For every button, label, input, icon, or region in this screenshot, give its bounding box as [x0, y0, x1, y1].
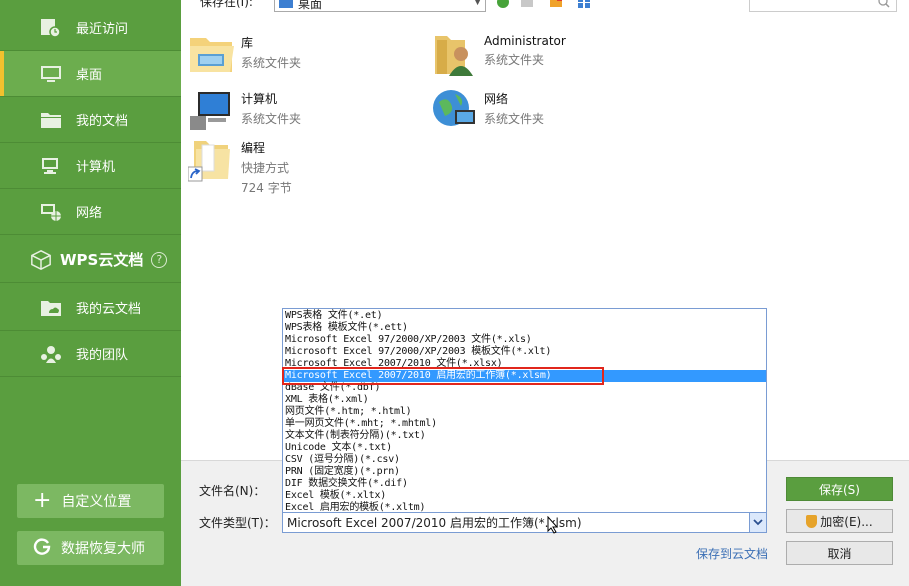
data-recovery-button[interactable]: 数据恢复大师 — [17, 531, 164, 565]
file-item-administrator[interactable]: Administrator 系统文件夹 — [431, 30, 566, 78]
wps-cloud-header: WPS云文档 ? — [0, 237, 181, 283]
search-icon — [878, 0, 890, 11]
file-type: 系统文件夹 — [241, 112, 302, 126]
encrypt-button[interactable]: 加密(E)... — [786, 509, 893, 533]
recovery-g-icon — [33, 537, 51, 559]
computer-icon — [40, 156, 62, 176]
dropdown-option[interactable]: 文本文件(制表符分隔)(*.txt) — [283, 430, 766, 442]
shortcut-folder-icon — [187, 135, 236, 183]
dropdown-option[interactable]: DIF 数据交换文件(*.dif) — [283, 478, 766, 490]
encrypt-button-label: 加密(E)... — [820, 514, 873, 529]
save-button-label: 保存(S) — [819, 482, 860, 497]
team-icon — [40, 344, 62, 364]
sidebar-item-my-cloud-docs[interactable]: 我的云文档 — [0, 285, 181, 331]
file-name: 网络 — [484, 92, 509, 106]
sidebar-item-label: 我的云文档 — [76, 302, 142, 317]
sidebar-item-computer[interactable]: 计算机 — [0, 143, 181, 189]
sidebar-item-recent[interactable]: 最近访问 — [0, 5, 181, 51]
sidebar-item-documents[interactable]: 我的文档 — [0, 97, 181, 143]
dropdown-option[interactable]: 单一网页文件(*.mht; *.mhtml) — [283, 418, 766, 430]
custom-location-label: 自定义位置 — [61, 494, 132, 510]
sidebar: 最近访问 桌面 我的文档 计算机 网络 WPS云文档 ? 我的云文档 我的团队 … — [0, 0, 181, 586]
filetype-label: 文件类型(T)： — [199, 516, 276, 530]
cloud-cube-icon — [30, 249, 52, 270]
help-icon[interactable]: ? — [151, 251, 168, 268]
dropdown-option-selected[interactable]: Microsoft Excel 2007/2010 启用宏的工作簿(*.xlsm… — [283, 370, 766, 382]
chevron-down-icon: ▼ — [474, 0, 481, 7]
save-in-value: 桌面 — [298, 0, 323, 11]
desktop-icon — [40, 64, 62, 84]
file-name: 计算机 — [241, 92, 278, 106]
file-type: 系统文件夹 — [484, 53, 545, 67]
data-recovery-label: 数据恢复大师 — [61, 541, 145, 557]
mouse-cursor-icon — [547, 515, 559, 537]
filetype-dropdown-list: WPS表格 文件(*.et) WPS表格 模板文件(*.ett) Microso… — [282, 308, 767, 513]
documents-folder-icon — [40, 110, 62, 130]
new-folder-icon[interactable] — [549, 0, 563, 8]
dropdown-option[interactable]: Microsoft Excel 97/2000/XP/2003 文件(*.xls… — [283, 334, 766, 346]
dropdown-option[interactable]: Microsoft Excel 97/2000/XP/2003 模板文件(*.x… — [283, 346, 766, 358]
sidebar-item-desktop[interactable]: 桌面 — [0, 51, 181, 97]
sidebar-item-network[interactable]: 网络 — [0, 189, 181, 235]
cancel-button[interactable]: 取消 — [786, 541, 893, 565]
network-icon — [40, 202, 62, 222]
dropdown-option[interactable]: CSV (逗号分隔)(*.csv) — [283, 454, 766, 466]
view-menu-icon[interactable] — [577, 0, 591, 8]
dropdown-option[interactable]: XML 表格(*.xml) — [283, 394, 766, 406]
custom-location-button[interactable]: + 自定义位置 — [17, 484, 164, 518]
up-folder-icon[interactable] — [520, 0, 534, 8]
save-to-cloud-link[interactable]: 保存到云文档 — [696, 545, 768, 562]
desktop-icon — [279, 0, 293, 8]
filetype-select[interactable]: Microsoft Excel 2007/2010 启用宏的工作簿(*.xlsm… — [282, 512, 767, 533]
sidebar-item-label: 我的文档 — [76, 114, 129, 129]
sidebar-item-my-team[interactable]: 我的团队 — [0, 331, 181, 377]
save-in-combo[interactable]: 桌面 ▼ — [274, 0, 486, 12]
sidebar-item-label: 桌面 — [76, 68, 103, 83]
filename-label: 文件名(N)： — [199, 484, 266, 498]
dropdown-option[interactable]: 网页文件(*.htm; *.html) — [283, 406, 766, 418]
library-folder-icon — [188, 30, 236, 78]
chevron-down-icon[interactable] — [749, 513, 766, 532]
dropdown-option[interactable]: Unicode 文本(*.txt) — [283, 442, 766, 454]
dropdown-option[interactable]: WPS表格 文件(*.et) — [283, 310, 766, 322]
plus-icon: + — [33, 488, 52, 513]
save-in-label: 保存在(I): — [200, 0, 253, 9]
wps-cloud-title: WPS云文档 — [60, 251, 144, 269]
dropdown-option[interactable]: dBase 文件(*.dbf) — [283, 382, 766, 394]
shield-icon — [806, 514, 818, 528]
dropdown-option[interactable]: WPS表格 模板文件(*.ett) — [283, 322, 766, 334]
file-item-shortcut[interactable]: 编程 快捷方式 724 字节 — [187, 135, 292, 196]
dropdown-option[interactable]: Excel 模板(*.xltx) — [283, 490, 766, 502]
cancel-button-label: 取消 — [827, 546, 852, 561]
file-type: 系统文件夹 — [241, 56, 302, 70]
computer-icon — [188, 86, 236, 134]
sidebar-item-label: 网络 — [76, 206, 103, 221]
back-icon[interactable] — [496, 0, 510, 8]
cloud-docs-icon — [40, 298, 62, 318]
dropdown-option[interactable]: Microsoft Excel 2007/2010 文件(*.xlsx) — [283, 358, 766, 370]
file-type: 系统文件夹 — [484, 112, 545, 126]
file-name: 编程 — [241, 141, 266, 155]
dropdown-option[interactable]: PRN (固定宽度)(*.prn) — [283, 466, 766, 478]
file-item-library[interactable]: 库 系统文件夹 — [188, 30, 301, 78]
dropdown-option[interactable]: Excel 启用宏的模板(*.xltm) — [283, 502, 766, 512]
network-globe-icon — [431, 86, 479, 134]
file-item-computer[interactable]: 计算机 系统文件夹 — [188, 86, 301, 134]
sidebar-item-label: 计算机 — [76, 160, 116, 175]
file-name: 库 — [241, 36, 254, 50]
filetype-selected-value: Microsoft Excel 2007/2010 启用宏的工作簿(*.xlsm… — [287, 516, 582, 530]
user-folder-icon — [431, 30, 479, 78]
save-button[interactable]: 保存(S) — [786, 477, 893, 501]
sidebar-item-label: 最近访问 — [76, 22, 129, 37]
recent-clock-icon — [40, 18, 62, 38]
search-input[interactable] — [749, 0, 897, 12]
file-size: 724 字节 — [241, 181, 292, 195]
file-name: Administrator — [484, 34, 566, 48]
file-item-network[interactable]: 网络 系统文件夹 — [431, 86, 544, 134]
file-type: 快捷方式 — [241, 161, 290, 175]
sidebar-item-label: 我的团队 — [76, 348, 129, 363]
